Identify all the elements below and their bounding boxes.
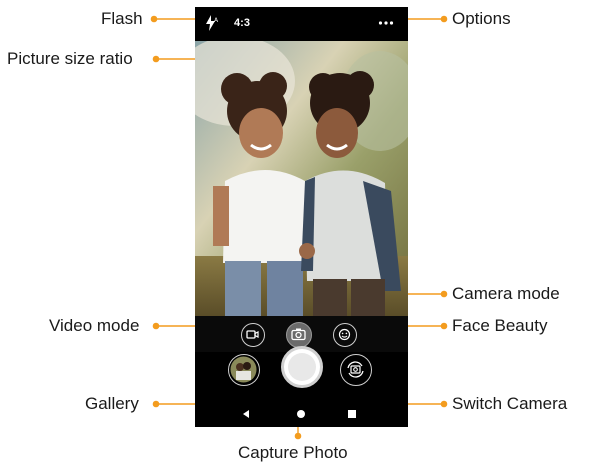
- more-horizontal-icon: [378, 21, 394, 25]
- capture-photo-callout-label: Capture Photo: [238, 443, 348, 462]
- face-smile-icon: [338, 328, 351, 341]
- viewfinder-preview-image: [195, 41, 408, 316]
- gallery-thumbnail-icon: [230, 356, 257, 383]
- video-camera-icon: [246, 330, 259, 339]
- face-beauty-callout-label: Face Beauty: [452, 316, 548, 335]
- picture-size-ratio-button[interactable]: 4:3: [231, 14, 253, 32]
- nav-back-button[interactable]: [239, 407, 253, 421]
- camera-icon: [291, 328, 306, 341]
- nav-recents-button[interactable]: [345, 407, 359, 421]
- face-beauty-button[interactable]: [333, 323, 357, 347]
- video-mode-button[interactable]: [241, 323, 265, 347]
- system-navigation-bar: [195, 402, 408, 427]
- capture-photo-button[interactable]: [281, 346, 323, 388]
- gallery-callout-label: Gallery: [85, 394, 139, 413]
- svg-text:A: A: [214, 17, 219, 24]
- flash-callout-label: Flash: [101, 9, 143, 28]
- home-circle-icon: [297, 410, 305, 418]
- camera-viewfinder[interactable]: [195, 41, 408, 316]
- picture-size-ratio-callout-label: Picture size ratio: [7, 49, 133, 68]
- camera-top-bar: A 4:3: [195, 7, 408, 41]
- switch-camera-button[interactable]: [340, 354, 372, 386]
- options-button[interactable]: [373, 11, 399, 35]
- back-triangle-icon: [243, 410, 249, 418]
- nav-home-button[interactable]: [294, 407, 308, 421]
- flash-auto-icon: A: [206, 15, 219, 31]
- gallery-button[interactable]: [228, 354, 260, 386]
- camera-app-screen: A 4:3: [195, 7, 408, 427]
- switch-camera-icon: [347, 361, 364, 378]
- flash-button[interactable]: A: [199, 11, 223, 35]
- camera-mode-callout-label: Camera mode: [452, 284, 560, 303]
- switch-camera-callout-label: Switch Camera: [452, 394, 568, 413]
- options-callout-label: Options: [452, 9, 511, 28]
- ratio-label: 4:3: [234, 17, 250, 29]
- recents-square-icon: [348, 410, 356, 418]
- shutter-bar: [195, 346, 408, 402]
- shutter-inner-circle: [288, 353, 316, 381]
- camera-mode-button[interactable]: [286, 322, 312, 348]
- video-mode-callout-label: Video mode: [49, 316, 140, 335]
